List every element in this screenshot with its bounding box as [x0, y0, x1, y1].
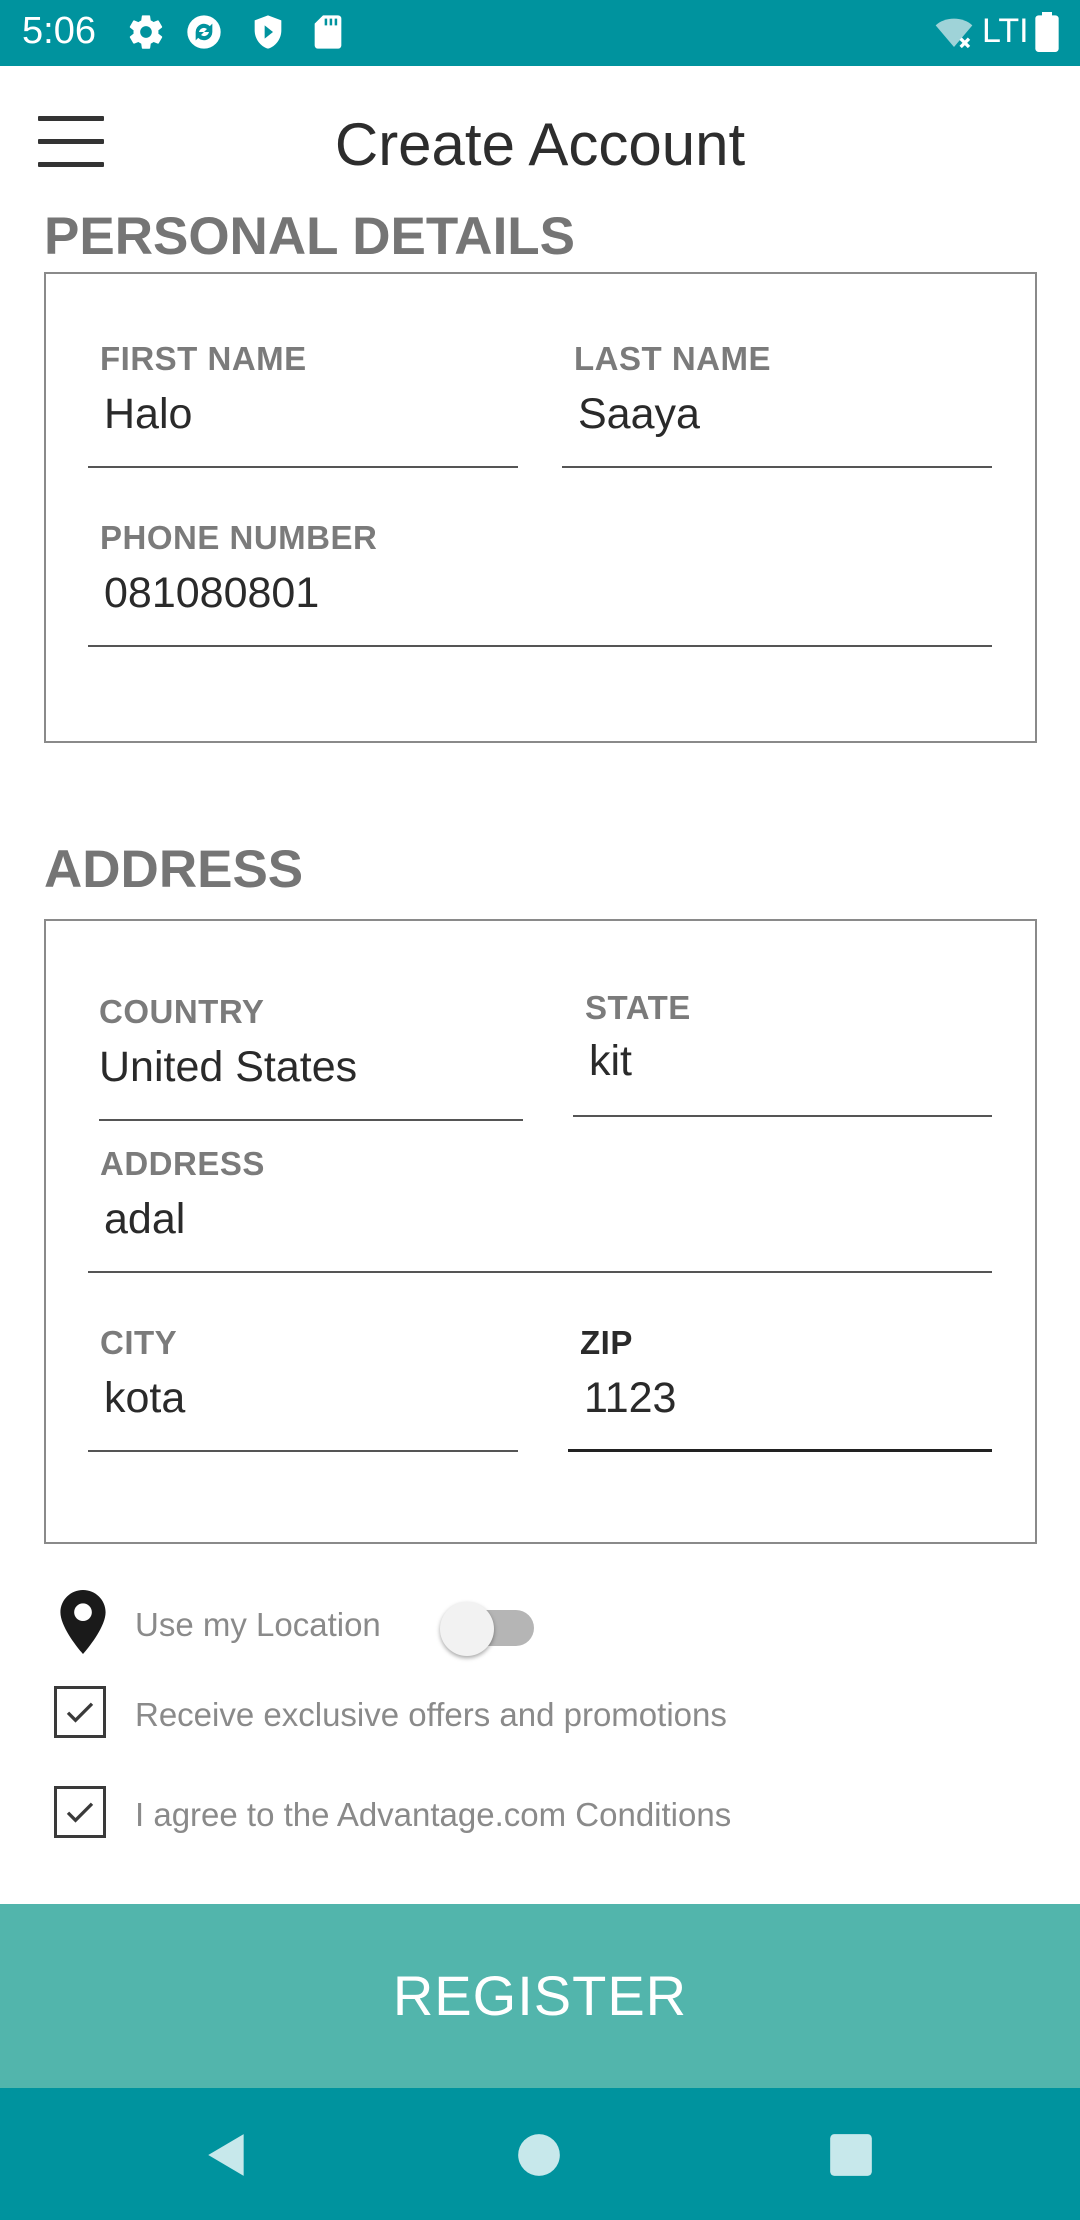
- offers-checkbox[interactable]: [54, 1686, 106, 1738]
- address-label: ADDRESS: [100, 1145, 265, 1182]
- personal-details-panel: FIRST NAME Halo LAST NAME Saaya PHONE NU…: [44, 272, 1037, 743]
- gear-icon: [129, 15, 163, 49]
- page-title: Create Account: [334, 111, 746, 178]
- country-underline: [99, 1119, 523, 1121]
- zip-field[interactable]: ZIP 1123: [568, 1324, 992, 1454]
- use-location-label: Use my Location: [135, 1606, 381, 1643]
- network-label: LTI: [982, 12, 1029, 50]
- address-title: ADDRESS: [44, 840, 304, 899]
- address-field[interactable]: ADDRESS adal: [88, 1145, 992, 1275]
- zip-underline: [568, 1449, 992, 1452]
- address-underline: [88, 1271, 992, 1273]
- personal-details-title: PERSONAL DETAILS: [44, 207, 576, 266]
- status-time: 5:06: [22, 10, 96, 52]
- last-name-underline: [562, 466, 992, 468]
- first-name-field[interactable]: FIRST NAME Halo: [88, 340, 518, 470]
- status-bar: 5:06 LTI: [0, 0, 1080, 66]
- city-underline: [88, 1450, 518, 1452]
- battery-icon: [1035, 12, 1059, 52]
- offers-row: Receive exclusive offers and promotions: [0, 1672, 1080, 1752]
- location-pin-icon: [60, 1590, 106, 1654]
- last-name-field[interactable]: LAST NAME Saaya: [562, 340, 992, 470]
- conditions-row: I agree to the Advantage.com Conditions: [0, 1772, 1080, 1852]
- first-name-label: FIRST NAME: [100, 340, 307, 377]
- first-name-value[interactable]: Halo: [104, 390, 192, 439]
- wifi-off-icon: [935, 18, 973, 49]
- home-icon[interactable]: [514, 2130, 564, 2180]
- city-value[interactable]: kota: [104, 1374, 185, 1423]
- use-location-row: Use my Location: [0, 1584, 1080, 1664]
- toggle-thumb: [440, 1602, 494, 1656]
- country-value[interactable]: United States: [99, 1043, 357, 1092]
- phone-number-label: PHONE NUMBER: [100, 519, 378, 556]
- sync-icon: [187, 15, 221, 49]
- conditions-checkbox[interactable]: [54, 1786, 106, 1838]
- shield-icon: [254, 15, 282, 49]
- city-label: CITY: [100, 1324, 178, 1361]
- app-header: Create Account: [0, 66, 1080, 216]
- check-icon: [66, 1702, 94, 1723]
- first-name-underline: [88, 466, 518, 468]
- check-icon: [66, 1802, 94, 1823]
- state-field[interactable]: STATE kit: [573, 989, 992, 1119]
- state-value[interactable]: kit: [589, 1037, 632, 1086]
- phone-number-underline: [88, 645, 992, 647]
- zip-label: ZIP: [580, 1324, 633, 1361]
- address-panel: COUNTRY United States STATE kit ADDRESS …: [44, 919, 1037, 1544]
- state-underline: [573, 1115, 992, 1117]
- city-field[interactable]: CITY kota: [88, 1324, 518, 1454]
- country-label: COUNTRY: [99, 993, 265, 1030]
- phone-number-field[interactable]: PHONE NUMBER 081080801: [88, 519, 992, 649]
- state-label: STATE: [585, 989, 691, 1026]
- address-value[interactable]: adal: [104, 1195, 185, 1244]
- conditions-label: I agree to the Advantage.com Conditions: [135, 1796, 732, 1833]
- sdcard-icon: [314, 15, 342, 49]
- navigation-bar: [0, 2088, 1080, 2220]
- last-name-label: LAST NAME: [574, 340, 771, 377]
- back-icon[interactable]: [202, 2130, 252, 2180]
- zip-value[interactable]: 1123: [584, 1374, 676, 1423]
- offers-label: Receive exclusive offers and promotions: [135, 1696, 727, 1733]
- country-field[interactable]: COUNTRY United States: [99, 993, 523, 1123]
- last-name-value[interactable]: Saaya: [578, 390, 700, 439]
- register-button[interactable]: REGISTER: [0, 1904, 1080, 2088]
- phone-number-value[interactable]: 081080801: [104, 569, 319, 618]
- recents-icon[interactable]: [826, 2130, 876, 2180]
